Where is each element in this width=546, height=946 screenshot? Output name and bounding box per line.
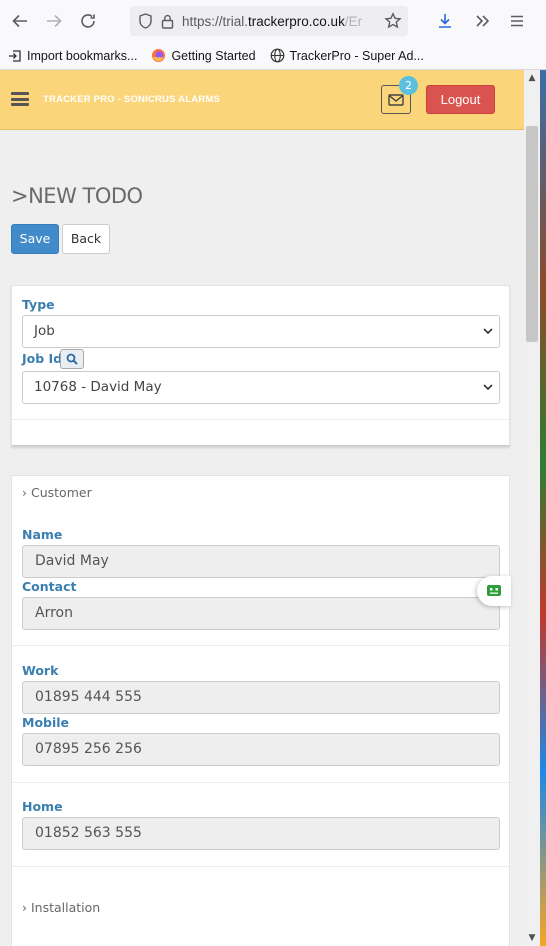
reload-icon[interactable] (71, 4, 105, 38)
home-phone-field[interactable]: 01852 563 555 (22, 817, 500, 850)
name-field[interactable]: David May (22, 545, 500, 578)
installation-section-label: Installation (30, 900, 101, 915)
shield-icon (139, 13, 152, 29)
logout-button[interactable]: Logout (426, 85, 495, 114)
job-id-selected-value: 10768 - David May (34, 379, 162, 395)
url-bar[interactable]: https://trial.trackerpro.co.uk/Er (130, 6, 408, 36)
job-id-select[interactable]: 10768 - David May (22, 371, 500, 404)
customer-section-toggle[interactable]: › Customer (22, 485, 92, 500)
job-id-label: Job Id (22, 351, 63, 366)
forward-arrow-icon[interactable] (37, 4, 71, 38)
firefox-icon (152, 49, 166, 62)
save-button[interactable]: Save (11, 224, 59, 254)
bookmark-getting-started[interactable]: Getting Started (151, 48, 256, 63)
divider (12, 645, 509, 646)
name-label: Name (22, 527, 63, 542)
customer-panel: › Customer Name David May Contact Arron … (11, 475, 510, 946)
chevron-right-icon: › (22, 900, 27, 915)
contact-field[interactable]: Arron (22, 597, 500, 630)
bookmarks-bar: Import bookmarks... Getting Started Trac… (0, 42, 546, 70)
type-selected-value: Job (34, 323, 55, 339)
scroll-down-arrow-icon[interactable]: ▼ (526, 932, 538, 944)
page-viewport: TRACKER PRO - SONICRUS ALARMS 2 Logout >… (0, 70, 524, 946)
todo-details-panel: Type Job Job Id 10768 - David May (11, 285, 510, 446)
download-icon[interactable] (428, 4, 462, 38)
lock-icon (161, 14, 174, 29)
hamburger-menu-icon[interactable] (11, 92, 29, 106)
home-label: Home (22, 799, 63, 814)
import-icon (9, 49, 21, 62)
back-button[interactable]: Back (62, 224, 110, 254)
page-scrollbar[interactable]: ▲ ▼ (524, 70, 540, 946)
envelope-icon (388, 93, 404, 106)
chat-bot-icon (487, 585, 501, 596)
divider (12, 419, 509, 420)
chat-widget-button[interactable] (477, 576, 511, 606)
desktop-background-strip (540, 70, 546, 946)
work-label: Work (22, 663, 59, 678)
divider (12, 866, 509, 867)
type-label: Type (22, 297, 55, 312)
type-select[interactable]: Job (22, 315, 500, 348)
work-phone-field[interactable]: 01895 444 555 (22, 681, 500, 714)
search-icon (66, 353, 78, 365)
brand-title: TRACKER PRO - SONICRUS ALARMS (43, 94, 220, 105)
overflow-chevrons-icon[interactable] (465, 4, 499, 38)
back-arrow-icon[interactable] (3, 4, 37, 38)
job-search-button[interactable] (60, 349, 84, 369)
app-header: TRACKER PRO - SONICRUS ALARMS 2 Logout (0, 70, 524, 130)
browser-toolbar: https://trial.trackerpro.co.uk/Er (0, 0, 546, 42)
contact-label: Contact (22, 579, 77, 594)
message-count-badge: 2 (399, 76, 418, 95)
bookmark-import[interactable]: Import bookmarks... (8, 49, 137, 63)
customer-section-label: Customer (30, 485, 92, 500)
chevron-down-icon (483, 384, 493, 391)
bookmark-trackerpro[interactable]: TrackerPro - Super Ad... (270, 48, 424, 63)
divider (12, 782, 509, 783)
scroll-up-arrow-icon[interactable]: ▲ (526, 72, 538, 84)
mobile-phone-field[interactable]: 07895 256 256 (22, 733, 500, 766)
globe-icon (270, 48, 284, 63)
scroll-thumb[interactable] (526, 126, 538, 342)
bookmark-star-icon[interactable] (376, 4, 410, 38)
bookmark-label: Import bookmarks... (27, 48, 138, 63)
menu-icon[interactable] (500, 4, 534, 38)
url-text: https://trial.trackerpro.co.uk/Er (182, 13, 363, 29)
chevron-right-icon: › (22, 485, 27, 500)
page-title: >NEW TODO (11, 184, 143, 208)
installation-section-toggle[interactable]: › Installation (22, 900, 100, 915)
chevron-down-icon (483, 328, 493, 335)
mobile-label: Mobile (22, 715, 70, 730)
bookmark-label: Getting Started (171, 48, 256, 63)
bookmark-label: TrackerPro - Super Ad... (289, 48, 424, 63)
